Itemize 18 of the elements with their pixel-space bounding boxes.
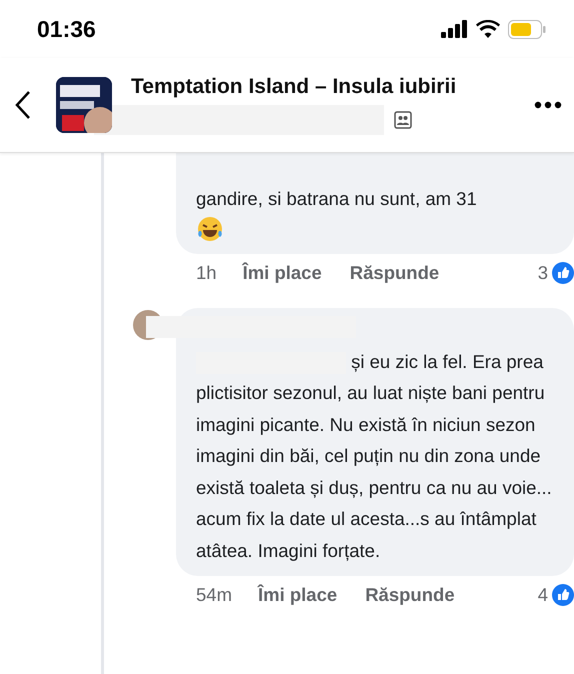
members-icon (394, 111, 412, 129)
reaction-count: 3 (538, 262, 548, 284)
reply-link[interactable]: Răspunde (365, 584, 455, 606)
reply-link[interactable]: Răspunde (350, 262, 440, 284)
more-icon[interactable] (534, 101, 562, 109)
wifi-icon (476, 20, 500, 38)
signal-icon (441, 20, 468, 38)
comment-text: gandire, si batrana nu sunt, am 31 (196, 187, 478, 211)
group-title: Temptation Island – Insula iubirii (131, 75, 458, 99)
comment-text: și eu zic la fel. Era prea plictisitor sezonul, au luat niște bani pentru imagini picante. Nu există în niciun sezon imagini din băi, cel puțin nu din zona unde există toaleta și duș, pentru ca nu au voie... acum fix la date ul acesta...s au întâmplat atâtea. Imagini forțate. (196, 350, 553, 563)
comment-time: 54m (196, 584, 232, 606)
comment-time: 1h (196, 262, 217, 284)
status-time: 01:36 (37, 16, 96, 42)
like-link[interactable]: Îmi place (258, 584, 338, 606)
battery-icon (508, 20, 546, 38)
reaction-count: 4 (538, 584, 548, 606)
like-link[interactable]: Îmi place (242, 262, 322, 284)
back-icon[interactable] (14, 90, 32, 120)
